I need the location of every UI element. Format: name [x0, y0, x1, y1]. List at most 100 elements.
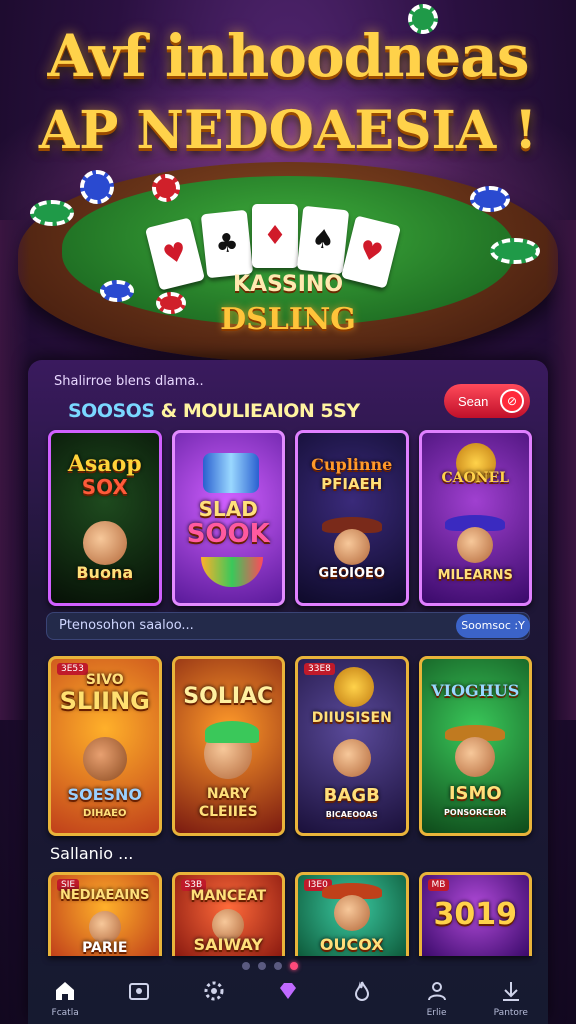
table-sign: DSLING [220, 302, 356, 337]
settings-icon [184, 976, 244, 1006]
section-label: Sallanio ... [50, 844, 134, 863]
nav-item-rewards[interactable]: Pantore [481, 976, 541, 1020]
home-icon [35, 976, 95, 1006]
promo-title-a: SOOSOS [68, 400, 155, 422]
game-caption: ISMO [448, 783, 502, 804]
hair-icon [204, 721, 259, 743]
nav-label [332, 1008, 392, 1020]
game-caption: SOESNO [67, 785, 143, 804]
game-tile[interactable]: Asaop SOX Buona [48, 430, 162, 606]
game-caption-sub: CLEIIES [198, 804, 258, 820]
game-tile[interactable]: 3E53 SIVO SLIING SOESNO DIHAEO [48, 656, 162, 836]
game-title: 3019 [433, 897, 518, 932]
nav-label [258, 1008, 318, 1020]
character-icon [333, 529, 370, 565]
game-title: Asaop [67, 451, 142, 477]
nav-item-fire[interactable] [332, 976, 392, 1020]
playing-card-icon: ♠ [296, 205, 350, 275]
sign-in-label: Sean [458, 393, 489, 409]
game-title: CAONEL [441, 470, 509, 486]
carousel-dot-active[interactable] [290, 962, 298, 970]
user-icon [407, 976, 467, 1006]
hero-title-line1: Avf inhoodneas [47, 22, 529, 90]
poker-chip-icon [470, 186, 510, 212]
character-icon [332, 739, 371, 777]
fire-icon [332, 976, 392, 1006]
game-tile[interactable]: SOLIAC NARY CLEIIES [171, 656, 285, 836]
poker-chip-icon [152, 174, 180, 202]
game-title: SLAD [198, 497, 258, 521]
character-icon [333, 895, 370, 931]
game-tile[interactable]: S3B MANCEAT SAIWAY [171, 872, 285, 956]
hero-banner: Avf inhoodneas AP NEDOAESIA ! ♥ ♣ ♦ ♠ ♥ … [0, 0, 576, 370]
panel-subtitle: Shalirroe blens dlama.. [54, 374, 204, 389]
game-tile[interactable]: SLAD SOOK [171, 430, 285, 606]
game-subtitle: SOX [81, 475, 128, 499]
nav-label: Erlie [426, 1008, 447, 1018]
game-subtitle: SLIING [59, 687, 150, 715]
filter-button[interactable]: Soomsoc :Y [456, 614, 530, 638]
diamond-icon [258, 976, 318, 1006]
nav-item-diamond[interactable] [258, 976, 318, 1020]
featured-games-row: Asaop SOX Buona SLAD SOOK Cuplinne PFIAE… [48, 430, 532, 606]
carousel-dot[interactable] [242, 962, 250, 970]
game-tile[interactable]: VIOGHUS ISMO PONSORCEOR [418, 656, 532, 836]
game-badge: MB [427, 879, 450, 891]
nav-label: Pantore [493, 1008, 528, 1018]
game-caption: MILEARNS [437, 568, 513, 583]
cat-icon [82, 737, 127, 781]
game-tile[interactable]: SIE NEDIAEAINS PARIE [48, 872, 162, 956]
game-caption: NARY [206, 786, 250, 802]
game-caption-sub: DIHAEO [83, 808, 127, 819]
poker-chip-icon [30, 200, 74, 226]
bottom-nav: Fcatla Erlie Pantore [28, 970, 548, 1024]
game-title: NEDIAEAINS [60, 888, 150, 903]
game-title: SIVO [85, 672, 124, 688]
lobby-icon [109, 976, 169, 1006]
game-subtitle: SOOK [186, 519, 270, 549]
left-slot-machine-glow [0, 220, 30, 720]
character-icon [82, 521, 127, 565]
game-tile[interactable]: CAONEL MILEARNS [418, 430, 532, 606]
game-tile[interactable]: MB 3019 [418, 872, 532, 956]
poker-chip-icon [490, 238, 540, 264]
poker-chip-icon [408, 4, 438, 34]
table-label: KASSINO [232, 272, 344, 297]
nav-item-settings[interactable] [184, 976, 244, 1020]
carousel-dot[interactable] [258, 962, 266, 970]
bowl-icon [200, 557, 263, 587]
game-caption: BAGB [323, 785, 380, 806]
game-title: DIIUSISEN [311, 710, 392, 726]
nav-label [109, 1008, 169, 1020]
nav-item-lobby[interactable] [109, 976, 169, 1020]
nav-item-profile[interactable]: Erlie [407, 976, 467, 1020]
popular-games-row: 3E53 SIVO SLIING SOESNO DIHAEO SOLIAC NA… [48, 656, 532, 836]
more-games-row: SIE NEDIAEAINS PARIE S3B MANCEAT SAIWAY … [48, 872, 532, 956]
nav-item-home[interactable]: Fcatla [35, 976, 95, 1020]
sign-in-button[interactable]: Sean ⊘ [444, 384, 530, 418]
nav-label: Fcatla [51, 1008, 79, 1018]
game-title: Cuplinne [311, 455, 393, 474]
carousel-dot[interactable] [274, 962, 282, 970]
game-tile[interactable]: Cuplinne PFIAEH GEOIOEO [295, 430, 409, 606]
game-title: MANCEAT [190, 888, 267, 904]
game-tile[interactable]: 33E8 DIIUSISEN BAGB BICAEOOAS [295, 656, 409, 836]
game-caption-sub: BICAEOOAS [325, 810, 378, 819]
character-icon [455, 737, 496, 777]
game-subtitle: PFIAEH [321, 475, 383, 493]
nav-label [184, 1008, 244, 1020]
playing-card-icon: ♣ [200, 209, 254, 279]
character-icon [88, 911, 121, 943]
sun-icon [334, 667, 374, 707]
game-title: SOLIAC [183, 684, 274, 709]
carousel-dots [242, 962, 298, 970]
promo-title-amp: & [160, 400, 178, 422]
right-slot-machine-glow [546, 220, 576, 720]
game-subtitle: OUCOX [319, 935, 384, 954]
promo-title: SOOSOS & MOULIEAION 5SY [68, 400, 360, 422]
ban-icon: ⊘ [500, 389, 524, 413]
game-tile[interactable]: I3E0 OUCOX [295, 872, 409, 956]
hero-title-line2: AP NEDOAESIA ! [38, 100, 538, 161]
game-subtitle: SAIWAY [193, 935, 263, 954]
game-caption-sub: PONSORCEOR [444, 808, 507, 817]
